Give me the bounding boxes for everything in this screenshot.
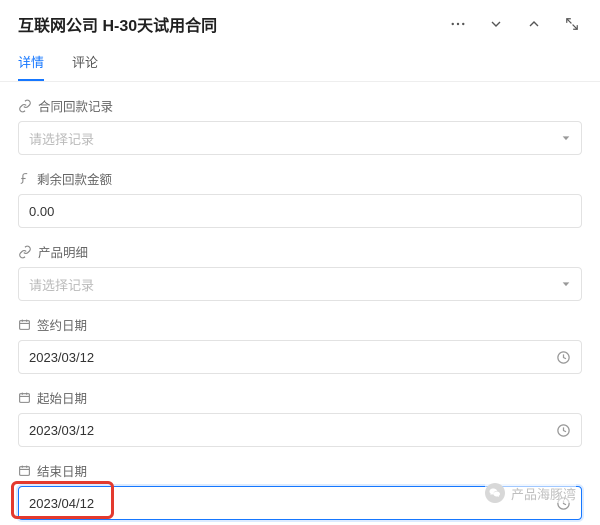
calendar-icon [18,318,31,331]
field-product-detail: 产品明细 请选择记录 [18,242,582,301]
input-start-date[interactable]: 2023/03/12 [18,413,582,447]
clock-icon [556,423,571,438]
tab-comments[interactable]: 评论 [72,52,98,81]
page-title: 互联网公司 H-30天试用合同 [18,12,217,36]
caret-down-icon [561,277,571,292]
input-start-date-value: 2023/03/12 [29,423,94,438]
wechat-icon [485,483,505,503]
select-repayment-record-value: 请选择记录 [29,129,94,148]
collapse-icon[interactable] [562,14,582,34]
label-remaining-amount: 剩余回款金额 [37,169,112,188]
header-actions [448,14,582,34]
field-repayment-record: 合同回款记录 请选择记录 [18,96,582,155]
field-remaining-amount: 剩余回款金额 0.00 [18,169,582,228]
field-start-date: 起始日期 2023/03/12 [18,388,582,447]
input-sign-date-value: 2023/03/12 [29,350,94,365]
input-sign-date[interactable]: 2023/03/12 [18,340,582,374]
input-remaining-amount[interactable]: 0.00 [18,194,582,228]
field-sign-date: 签约日期 2023/03/12 [18,315,582,374]
label-start-date: 起始日期 [37,388,87,407]
input-end-date-value: 2023/04/12 [29,496,94,511]
more-icon[interactable] [448,14,468,34]
function-icon [18,172,31,185]
label-repayment-record: 合同回款记录 [38,96,113,115]
select-product-detail[interactable]: 请选择记录 [18,267,582,301]
caret-down-icon [561,131,571,146]
input-remaining-amount-value: 0.00 [29,204,54,219]
select-product-detail-value: 请选择记录 [29,275,94,294]
tab-details[interactable]: 详情 [18,52,44,81]
link-icon [18,99,32,113]
calendar-icon [18,391,31,404]
chevron-down-icon[interactable] [486,14,506,34]
watermark: 产品海豚湾 [485,483,576,503]
calendar-icon [18,464,31,477]
watermark-text: 产品海豚湾 [511,484,576,503]
label-sign-date: 签约日期 [37,315,87,334]
clock-icon [556,350,571,365]
link-icon [18,245,32,259]
label-product-detail: 产品明细 [38,242,88,261]
select-repayment-record[interactable]: 请选择记录 [18,121,582,155]
label-end-date: 结束日期 [37,461,87,480]
tabs-bar: 详情 评论 [0,52,600,82]
chevron-up-icon[interactable] [524,14,544,34]
